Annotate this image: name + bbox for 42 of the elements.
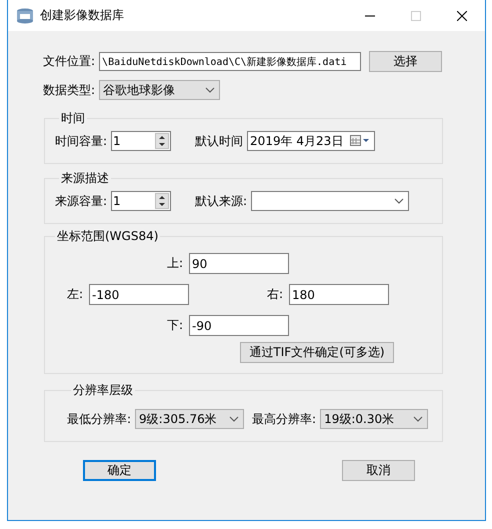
file-path-field[interactable]: \BaiduNetdiskDownload\C\新建影像数据库.dati bbox=[99, 52, 362, 71]
group-title: 时间 bbox=[60, 110, 86, 127]
spin-arrows-icon[interactable] bbox=[155, 133, 170, 149]
coordinate-field[interactable]: 180 bbox=[289, 284, 389, 305]
spin-arrows-icon[interactable] bbox=[155, 193, 170, 209]
database-icon bbox=[16, 8, 34, 24]
default-source-label: 默认来源: bbox=[195, 192, 248, 210]
coordinate-label: 上: bbox=[166, 255, 184, 272]
coordinate-field[interactable]: 90 bbox=[189, 253, 289, 274]
calendar-icon[interactable] bbox=[350, 135, 370, 147]
coordinate-label: 左: bbox=[66, 286, 84, 303]
dialog-button[interactable]: 确定 bbox=[83, 460, 156, 481]
max-resolution-dropdown[interactable]: 19级:0.30米 bbox=[320, 409, 428, 429]
chevron-down-icon bbox=[413, 416, 424, 422]
min-resolution-dropdown[interactable]: 9级:305.76米 bbox=[135, 409, 244, 429]
tif-button[interactable]: 通过TIF文件确定(可多选) bbox=[240, 342, 394, 363]
default-time-label: 默认时间 bbox=[195, 132, 244, 150]
file-location-label: 文件位置: bbox=[43, 53, 96, 70]
default-source-dropdown[interactable] bbox=[251, 191, 410, 211]
coordinate-label: 右: bbox=[266, 286, 284, 303]
max-resolution-label: 最高分辨率: bbox=[252, 410, 316, 428]
dialog-button[interactable]: 取消 bbox=[342, 460, 415, 481]
group-title: 分辨率层级 bbox=[72, 382, 134, 399]
select-button[interactable]: 选择 bbox=[369, 51, 442, 72]
group-title: 来源描述 bbox=[60, 170, 110, 187]
data-type-label: 数据类型: bbox=[43, 82, 96, 98]
source-capacity-spinner[interactable]: 1 bbox=[111, 191, 172, 211]
chevron-down-icon bbox=[229, 416, 240, 422]
source-capacity-label: 来源容量: bbox=[55, 192, 108, 210]
chevron-down-icon bbox=[394, 198, 404, 204]
group-title: 坐标范围(WGS84) bbox=[56, 228, 160, 245]
coordinate-field[interactable]: -180 bbox=[89, 284, 189, 305]
coordinate-label: 下: bbox=[166, 317, 184, 334]
close-icon[interactable] bbox=[457, 10, 467, 20]
data-type-dropdown[interactable]: 谷歌地球影像 bbox=[99, 80, 220, 100]
date-picker[interactable]: 2019年 4月23日 bbox=[247, 131, 376, 151]
time-capacity-spinner[interactable]: 1 bbox=[111, 131, 172, 151]
time-capacity-label: 时间容量: bbox=[55, 132, 108, 150]
chevron-down-icon bbox=[205, 87, 216, 93]
min-resolution-label: 最低分辨率: bbox=[67, 410, 132, 428]
window-title: 创建影像数据库 bbox=[40, 7, 125, 24]
coordinate-field[interactable]: -90 bbox=[189, 315, 289, 336]
